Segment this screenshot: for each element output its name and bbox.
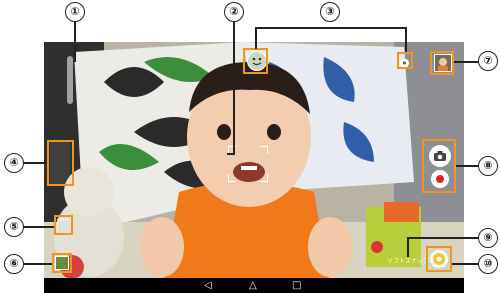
zoom-slider[interactable] xyxy=(67,56,73,104)
callout-8: ⑧ xyxy=(478,156,498,176)
highlight-location-icon xyxy=(397,52,413,69)
highlight-gallery xyxy=(52,253,72,273)
callout-4: ④ xyxy=(4,153,24,173)
navigation-bar: ◁ △ □ xyxy=(44,278,464,293)
callout-5: ⑤ xyxy=(4,217,24,237)
highlight-shutter xyxy=(422,139,456,193)
highlight-left-panel xyxy=(47,140,74,186)
callout-2: ② xyxy=(224,2,244,22)
highlight-recent-photo xyxy=(430,51,454,75)
callout-1: ① xyxy=(65,2,85,22)
highlight-scene-icon xyxy=(243,48,268,74)
home-button[interactable]: △ xyxy=(249,279,257,292)
callout-6: ⑥ xyxy=(4,254,24,274)
highlight-settings xyxy=(54,215,73,235)
callout-10: ⑩ xyxy=(478,254,498,274)
callout-7: ⑦ xyxy=(478,51,498,71)
recents-button[interactable]: □ xyxy=(292,279,301,292)
mode-label: ソフトスナップ xyxy=(387,258,430,265)
callout-3: ③ xyxy=(320,2,340,22)
back-button[interactable]: ◁ xyxy=(204,279,212,292)
camera-viewfinder[interactable]: ソフトスナップ xyxy=(44,42,464,278)
callout-9: ⑨ xyxy=(478,228,498,248)
highlight-mode-button xyxy=(426,246,452,272)
